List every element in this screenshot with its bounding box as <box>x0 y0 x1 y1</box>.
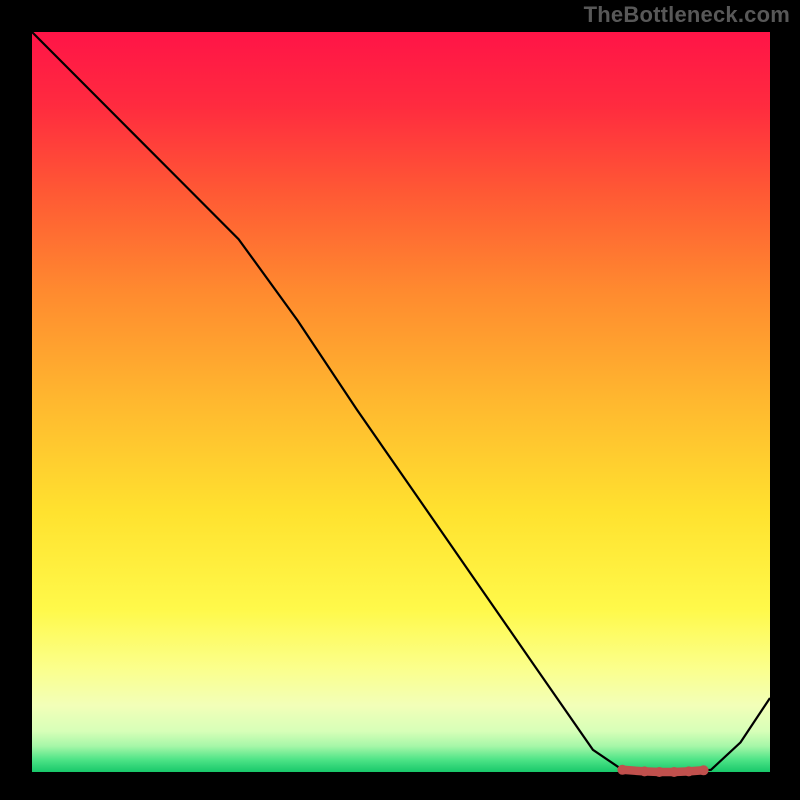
bottleneck-chart <box>0 0 800 800</box>
valley-dot <box>640 766 650 776</box>
valley-dot <box>654 767 664 777</box>
watermark-text: TheBottleneck.com <box>584 2 790 28</box>
chart-frame: TheBottleneck.com <box>0 0 800 800</box>
valley-dot <box>684 766 694 776</box>
valley-dot <box>617 765 627 775</box>
valley-dot <box>669 767 679 777</box>
valley-dot <box>699 765 709 775</box>
